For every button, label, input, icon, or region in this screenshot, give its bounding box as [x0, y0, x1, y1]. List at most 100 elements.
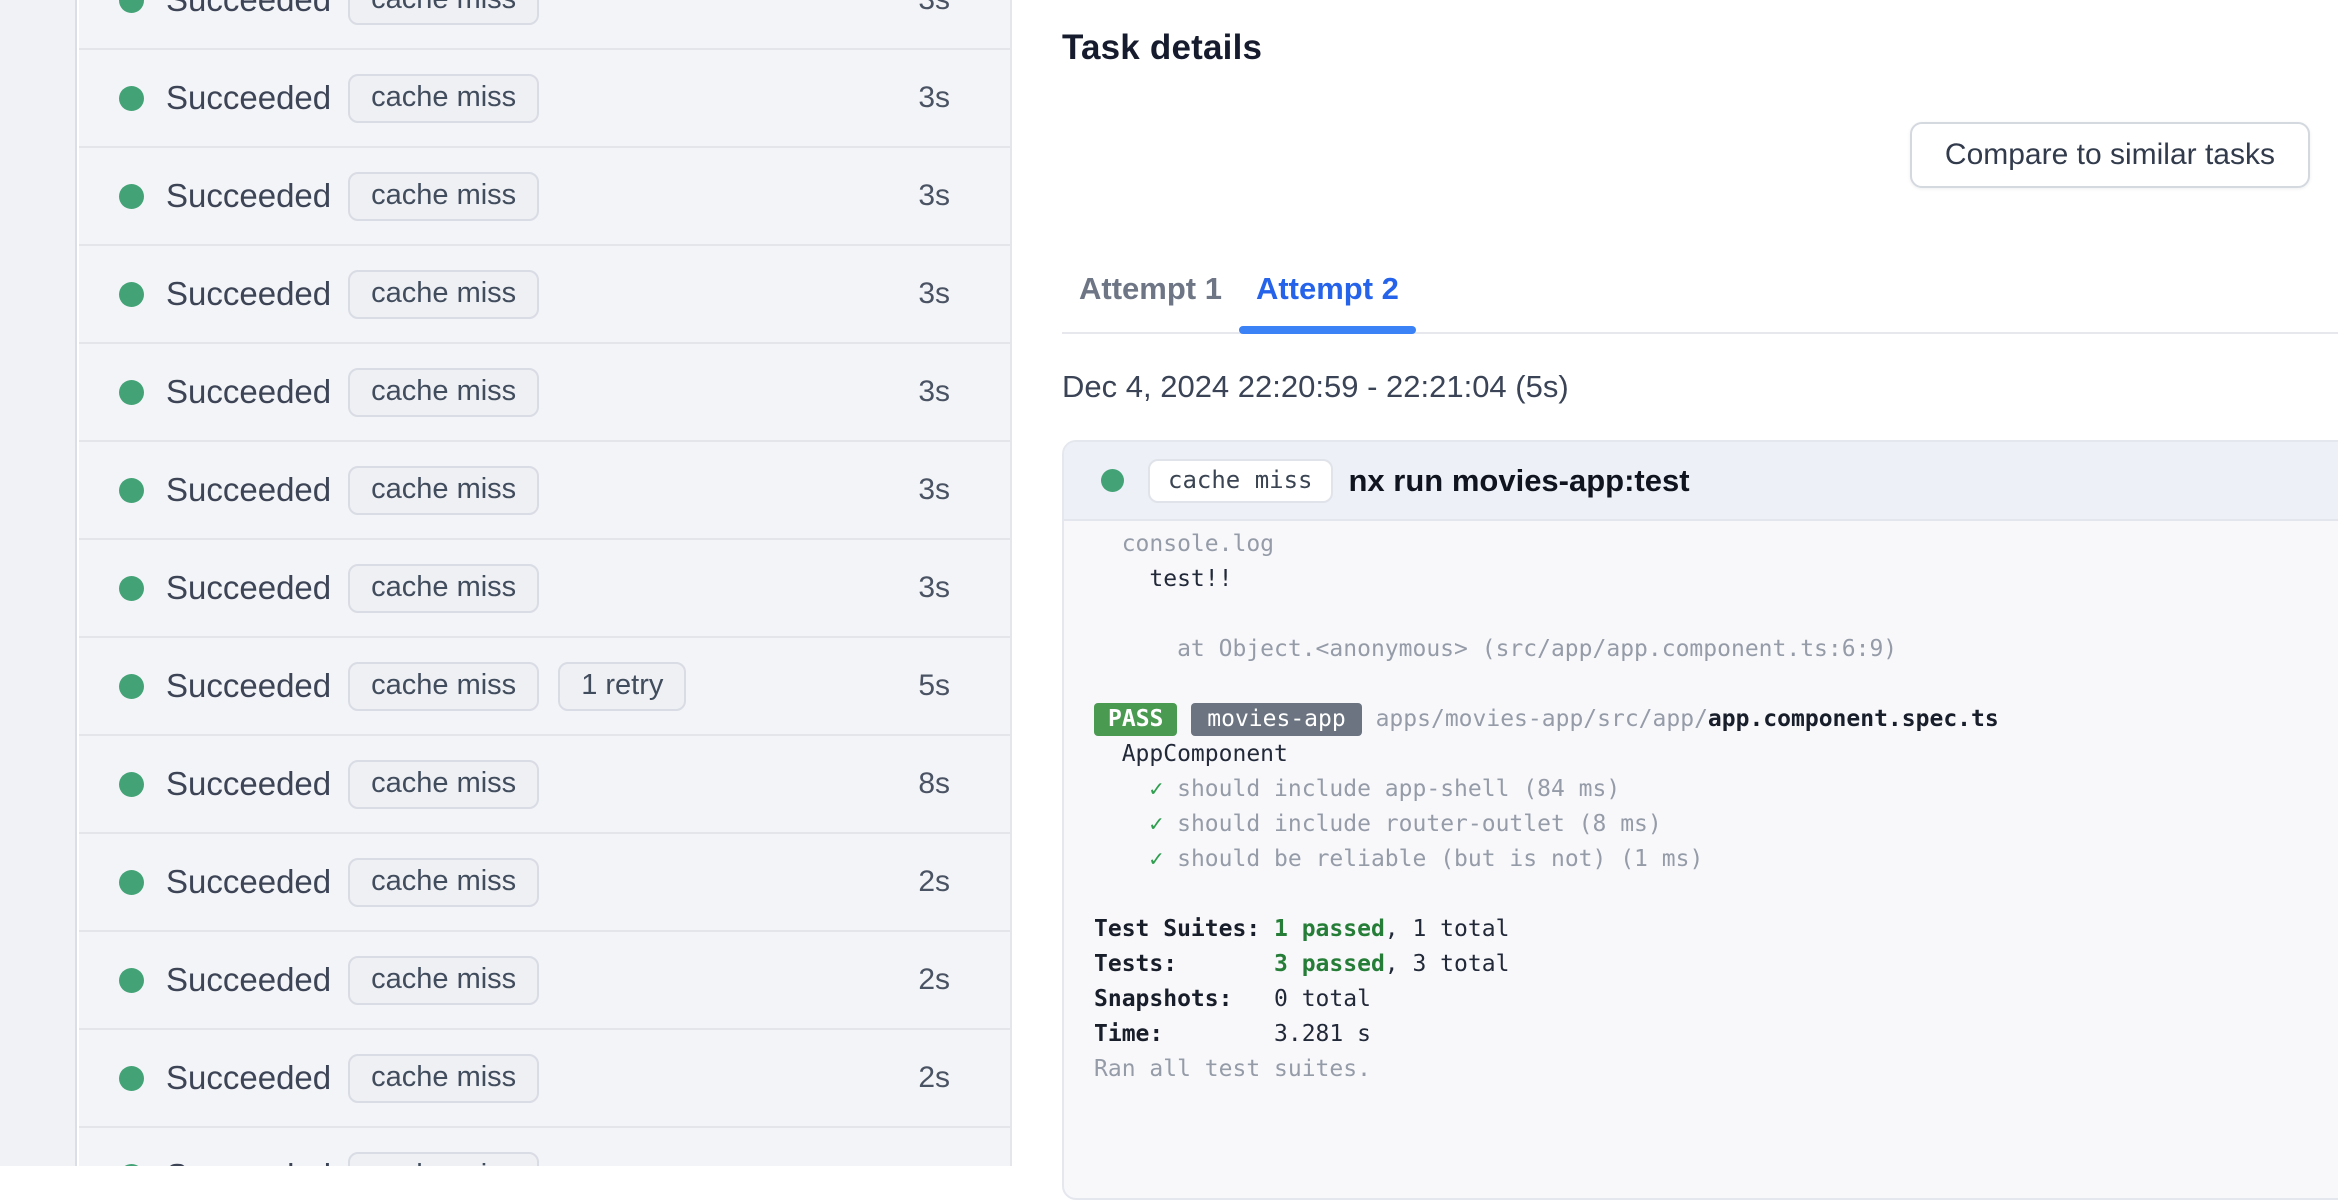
terminal-line: ✓ should include router-outlet (8 ms) — [1094, 807, 2338, 842]
cache-status-badge: cache miss — [348, 661, 540, 711]
terminal-line: ✓ should be reliable (but is not) (1 ms) — [1094, 842, 2338, 877]
row-badges: cache miss — [348, 0, 558, 25]
task-status-label: Succeeded — [166, 275, 332, 312]
task-duration: 2s — [918, 963, 950, 996]
terminal-line: PASS movies-app apps/movies-app/src/app/… — [1094, 702, 2338, 737]
terminal-text: at Object.<anonymous> (src/app/app.compo… — [1094, 636, 1898, 662]
row-badges: cache miss — [348, 1151, 558, 1166]
terminal-output: console.log test!! at Object.<anonymous>… — [1064, 521, 2338, 1087]
retry-badge: 1 retry — [558, 661, 687, 711]
task-list: Succeeded cache miss 3s Succeeded cache … — [79, 0, 1010, 1166]
terminal-line: AppComponent — [1094, 737, 2338, 772]
task-row[interactable]: Succeeded cache miss 3s — [79, 50, 1010, 148]
task-row[interactable]: Succeeded cache miss 8s — [79, 736, 1010, 834]
task-duration: 3s — [918, 0, 950, 17]
task-details-panel: Task details Compare to similar tasks At… — [1014, 0, 2338, 1200]
task-row[interactable]: Succeeded cache miss 2s — [79, 1030, 1010, 1128]
success-status-dot-icon — [119, 85, 144, 111]
terminal-text: should be reliable (but is not) (1 ms) — [1163, 846, 1704, 872]
task-status-label: Succeeded — [166, 863, 332, 900]
left-gutter — [0, 0, 77, 1166]
cache-status-badge: cache miss — [348, 465, 540, 515]
task-list-panel: Succeeded cache miss 3s Succeeded cache … — [79, 0, 1012, 1166]
task-duration: 2s — [918, 1061, 950, 1094]
cache-status-badge: cache miss — [348, 857, 540, 907]
terminal-text: 3.281 s — [1274, 1021, 1371, 1047]
task-row[interactable]: Succeeded cache miss 3s — [79, 0, 1010, 50]
task-status-label: Succeeded — [166, 79, 332, 116]
task-row[interactable]: Succeeded cache miss 3s — [79, 442, 1010, 540]
task-duration: 3s — [918, 375, 950, 408]
tab-attempt-2[interactable]: Attempt 2 — [1238, 246, 1416, 334]
task-row[interactable]: Succeeded cache miss 1 retry 5s — [79, 638, 1010, 736]
terminal-text: app.component.spec.ts — [1707, 706, 1999, 732]
check-icon: ✓ — [1149, 846, 1164, 872]
terminal-text: AppComponent — [1094, 741, 1288, 767]
task-duration: 8s — [918, 767, 950, 800]
attempt-tabs: Attempt 1 Attempt 2 — [1062, 246, 2338, 334]
task-output-header[interactable]: cache miss nx run movies-app:test — [1064, 442, 2338, 521]
compare-to-similar-tasks-button[interactable]: Compare to similar tasks — [1909, 122, 2310, 188]
row-badges: cache miss — [348, 955, 558, 1005]
terminal-text: , 1 total — [1384, 916, 1510, 942]
terminal-text: Ran all test suites. — [1094, 1056, 1371, 1082]
terminal-text: Tests: — [1094, 951, 1275, 977]
terminal-line: Snapshots: 0 total — [1094, 982, 2338, 1017]
attempt-date-range: Dec 4, 2024 22:20:59 - 22:21:04 (5s) — [1062, 369, 1569, 404]
task-duration: 5s — [918, 669, 950, 702]
success-status-dot-icon — [119, 281, 144, 307]
check-icon: ✓ — [1149, 776, 1164, 802]
success-status-dot-icon — [1101, 469, 1124, 492]
task-status-label: Succeeded — [166, 765, 332, 802]
terminal-line: Test Suites: 1 passed, 1 total — [1094, 912, 2338, 947]
row-badges: cache miss — [348, 563, 558, 613]
terminal-text: Test Suites: — [1094, 916, 1275, 942]
cache-status-badge: cache miss — [348, 563, 540, 613]
page-title: Task details — [1062, 28, 1263, 67]
tab-attempt-1[interactable]: Attempt 1 — [1062, 246, 1239, 332]
task-duration: 3s — [918, 571, 950, 604]
task-status-label: Succeeded — [166, 0, 331, 19]
terminal-text: Time: — [1094, 1021, 1275, 1047]
task-command-title: nx run movies-app:test — [1348, 462, 1690, 498]
task-duration: 3s — [918, 179, 950, 212]
terminal-text: test!! — [1094, 566, 1233, 592]
task-duration: 2s — [918, 865, 950, 898]
terminal-text: should include router-outlet (8 ms) — [1163, 811, 1662, 837]
row-badges: cache miss — [348, 367, 558, 417]
row-badges: cache miss — [348, 269, 558, 319]
row-badges: cache miss — [348, 465, 558, 515]
cache-status-badge: cache miss — [348, 1151, 540, 1166]
task-row[interactable]: Succeeded cache miss 3s — [79, 344, 1010, 442]
success-status-dot-icon — [119, 869, 144, 895]
success-status-dot-icon — [119, 575, 144, 601]
task-row[interactable]: Succeeded cache miss — [79, 1128, 1010, 1166]
project-name-badge: movies-app — [1191, 703, 1362, 736]
task-output-card: cache miss nx run movies-app:test consol… — [1062, 440, 2338, 1200]
row-badges: cache miss — [348, 171, 558, 221]
terminal-line: Tests: 3 passed, 3 total — [1094, 947, 2338, 982]
terminal-line: test!! — [1094, 562, 2338, 597]
row-badges: cache miss — [348, 73, 558, 123]
task-row[interactable]: Succeeded cache miss 2s — [79, 834, 1010, 932]
terminal-text: should include app-shell (84 ms) — [1163, 776, 1621, 802]
check-icon: ✓ — [1149, 811, 1164, 837]
cache-status-badge: cache miss — [348, 269, 540, 319]
task-status-label: Succeeded — [166, 667, 332, 704]
task-status-label: Succeeded — [166, 177, 332, 214]
task-duration: 3s — [918, 81, 950, 114]
task-row[interactable]: Succeeded cache miss 3s — [79, 540, 1010, 638]
cache-status-badge: cache miss — [348, 1053, 540, 1103]
row-badges: cache miss — [348, 759, 558, 809]
task-status-label: Succeeded — [166, 1157, 331, 1166]
terminal-text: console.log — [1094, 531, 1275, 557]
terminal-text: apps/movies-app/src/app/ — [1361, 706, 1708, 732]
task-row[interactable]: Succeeded cache miss 3s — [79, 148, 1010, 246]
success-status-dot-icon — [119, 771, 144, 797]
task-row[interactable]: Succeeded cache miss 3s — [79, 246, 1010, 344]
jest-pass-badge: PASS — [1094, 703, 1178, 736]
success-status-dot-icon — [119, 967, 144, 993]
task-row[interactable]: Succeeded cache miss 2s — [79, 932, 1010, 1030]
